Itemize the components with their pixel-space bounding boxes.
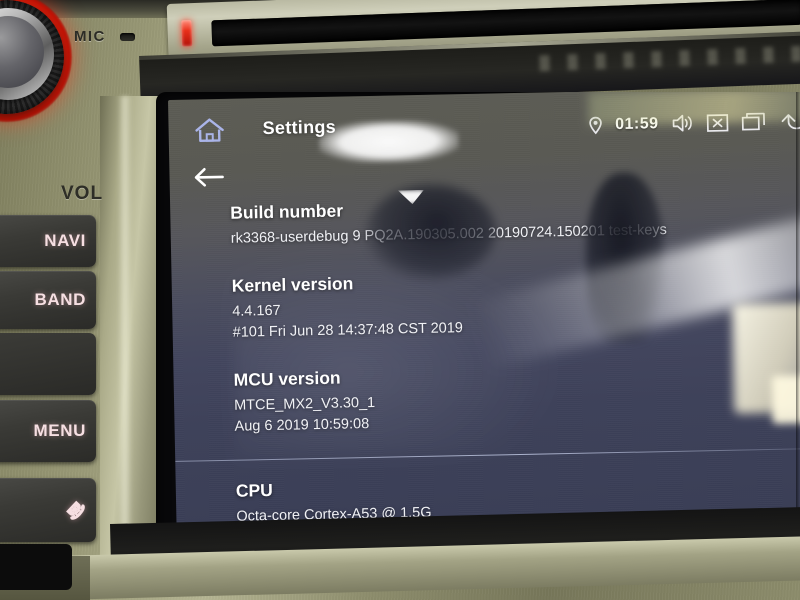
cd-status-led — [181, 20, 193, 47]
phone-hangup-icon: ☎ — [61, 495, 90, 525]
head-unit-photo: MIC VOL NAVI BAND MENU ☎ Settings Build … — [0, 0, 800, 600]
bottom-left-button-panel — [0, 544, 72, 590]
hangup-button[interactable]: ☎ — [0, 478, 96, 542]
bezel-pillar-highlight — [118, 96, 132, 594]
menu-button[interactable]: MENU — [0, 400, 96, 462]
volume-knob-cap — [0, 16, 44, 88]
mic-label: MIC — [74, 28, 106, 45]
lcd-screen[interactable]: Settings 01:59 — [168, 92, 800, 532]
band-button[interactable]: BAND — [0, 271, 96, 329]
lcd-screen-frame: Settings 01:59 — [156, 92, 800, 540]
volume-label: VOL — [61, 183, 104, 204]
navi-button-label: NAVI — [44, 231, 86, 250]
bezel-reflection — [539, 44, 800, 72]
microphone-icon — [120, 33, 135, 41]
volume-knob[interactable] — [0, 0, 72, 122]
back-arrow-icon[interactable] — [191, 165, 225, 190]
home-icon[interactable] — [194, 117, 225, 144]
navi-button[interactable]: NAVI — [0, 215, 96, 267]
volume-knob-chrome — [0, 8, 54, 100]
menu-button-label: MENU — [33, 421, 86, 440]
screen-glare-title-area — [318, 119, 460, 164]
button-blank-panel — [0, 333, 96, 395]
screen-right-edge — [796, 92, 800, 540]
screen-glare-top — [587, 92, 800, 126]
band-button-label: BAND — [34, 290, 86, 309]
